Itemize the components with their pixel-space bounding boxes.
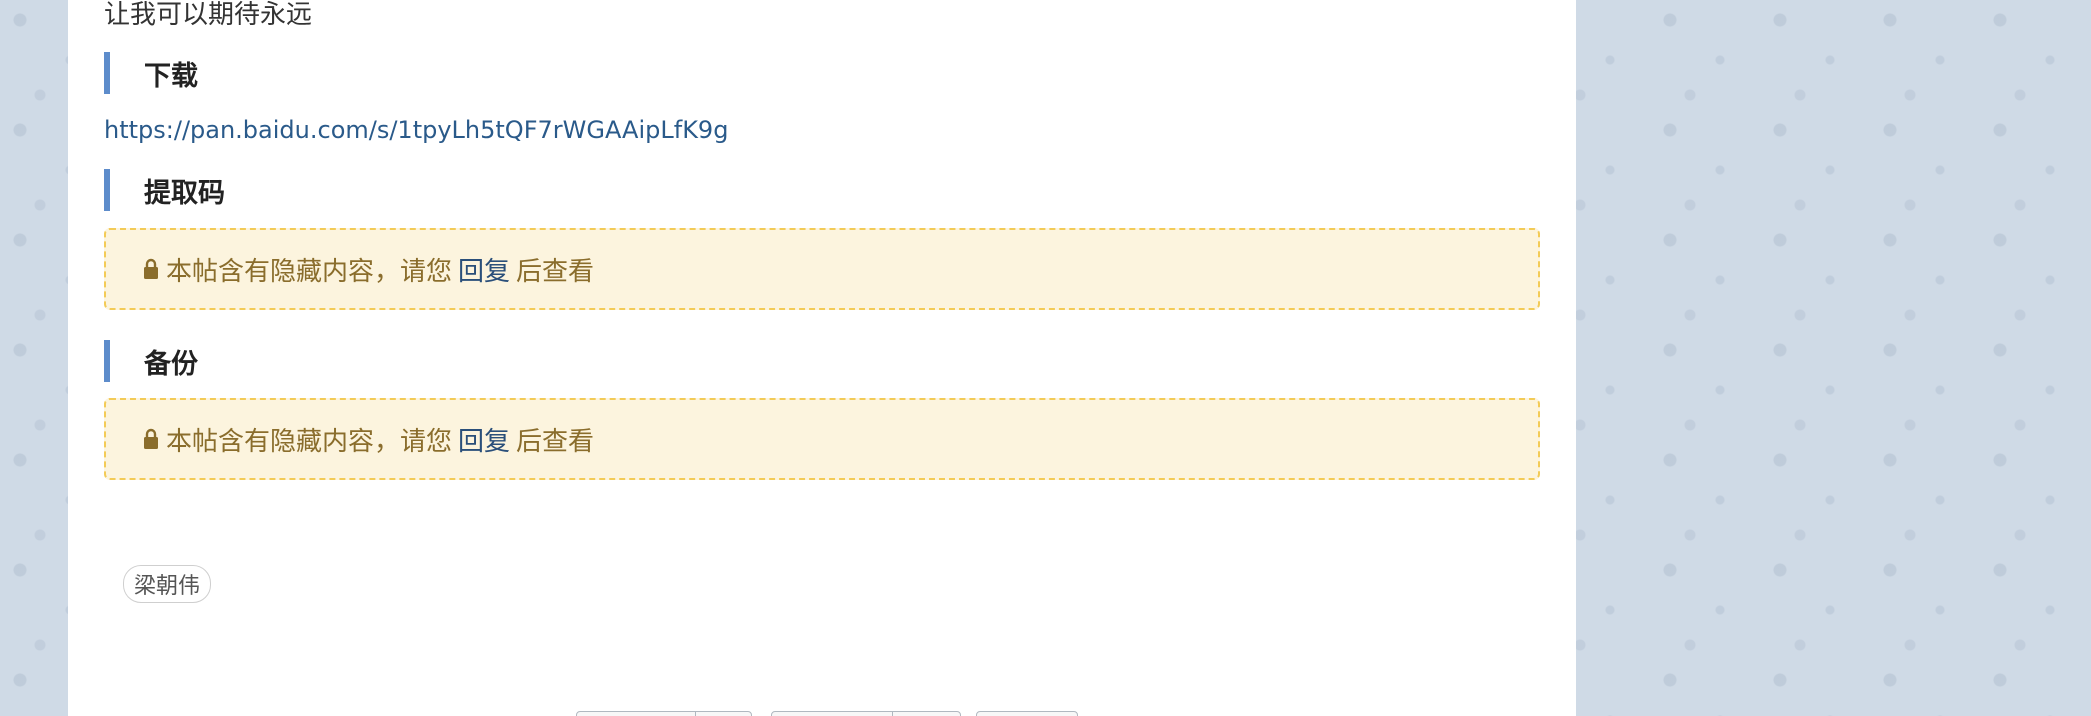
intro-text: 让我可以期待永远: [104, 0, 313, 30]
heading-accent-bar: [104, 169, 110, 211]
notice-text-prefix: 本帖含有隐藏内容，请您: [166, 256, 453, 287]
post-tag[interactable]: 梁朝伟: [123, 565, 212, 603]
download-heading-label: 下载: [144, 60, 198, 92]
post-content: 让我可以期待永远 下载 https://pan.baidu.com/s/1tpy…: [68, 0, 1576, 716]
backup-heading: 备份: [104, 340, 198, 382]
code-heading: 提取码: [104, 169, 225, 211]
code-heading-label: 提取码: [144, 177, 225, 209]
hidden-content-notice: 本帖含有隐藏内容，请您 回复 后查看: [104, 228, 1540, 310]
notice-text-suffix: 后查看: [516, 426, 595, 457]
reply-link[interactable]: 回复: [458, 251, 510, 288]
heading-accent-bar: [104, 52, 110, 94]
notice-text-prefix: 本帖含有隐藏内容，请您: [166, 426, 453, 457]
download-heading: 下载: [104, 52, 198, 94]
heading-accent-bar: [104, 340, 110, 382]
action-button-group[interactable]: [771, 711, 961, 716]
backup-heading-label: 备份: [144, 348, 198, 380]
lock-icon: [144, 258, 158, 279]
reply-link[interactable]: 回复: [458, 421, 510, 458]
action-button-group[interactable]: [576, 711, 752, 716]
download-link[interactable]: https://pan.baidu.com/s/1tpyLh5tQF7rWGAA…: [104, 116, 728, 144]
button-divider: [892, 712, 893, 716]
hidden-content-notice: 本帖含有隐藏内容，请您 回复 后查看: [104, 398, 1540, 480]
button-divider: [695, 712, 696, 716]
notice-text-suffix: 后查看: [516, 256, 595, 287]
lock-icon: [144, 428, 158, 449]
action-button[interactable]: [976, 711, 1078, 716]
